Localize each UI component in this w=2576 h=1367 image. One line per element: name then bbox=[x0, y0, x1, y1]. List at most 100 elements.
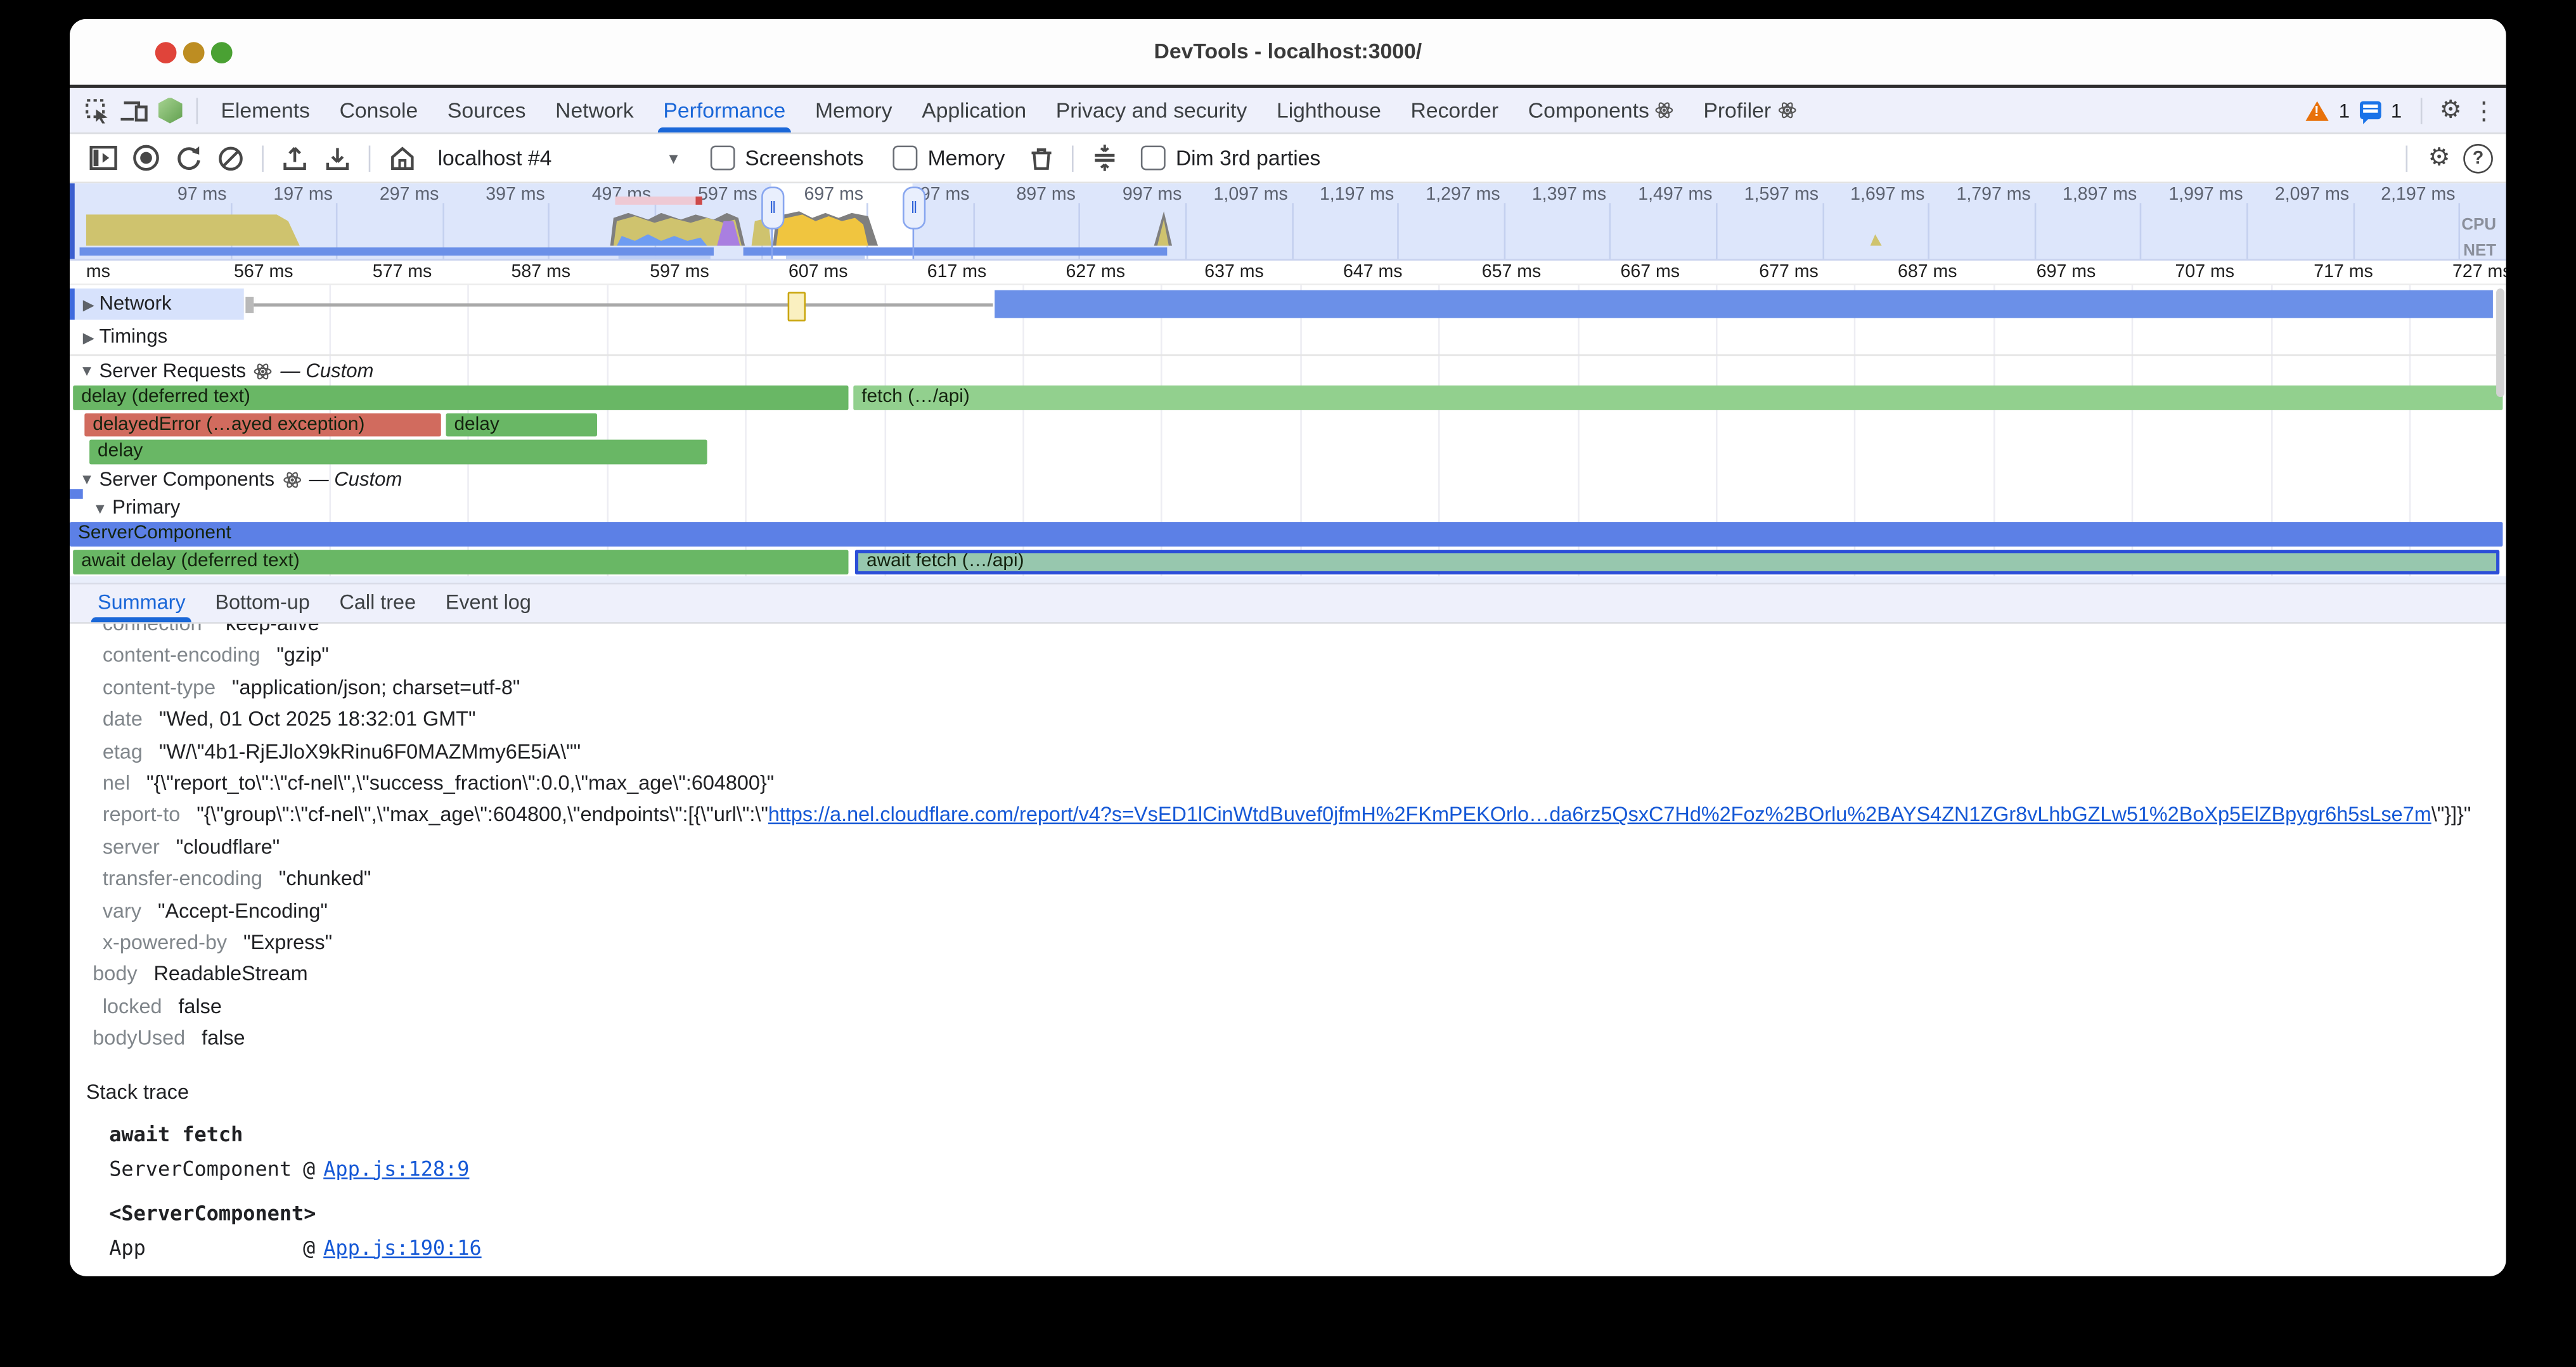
timeline-left-accent bbox=[70, 183, 75, 259]
ruler-tick: 707 ms bbox=[2139, 262, 2270, 282]
flame-bar[interactable]: fetch (…/api) bbox=[853, 385, 2502, 410]
tab-recorder[interactable]: Recorder bbox=[1396, 89, 1513, 131]
stack-frame-at: @ bbox=[303, 1231, 315, 1266]
track-server-components[interactable]: ▼Server Components — Custom bbox=[80, 468, 402, 491]
node-icon[interactable] bbox=[152, 94, 188, 127]
vertical-scrollbar[interactable] bbox=[2496, 288, 2504, 397]
capture-settings-icon[interactable]: ⚙ bbox=[2428, 146, 2450, 171]
dim-3rd-parties-label: Dim 3rd parties bbox=[1176, 146, 1320, 171]
overview-tick-label: 1,297 ms bbox=[1392, 185, 1500, 205]
memory-checkbox[interactable]: Memory bbox=[893, 146, 1005, 171]
clear-icon[interactable] bbox=[211, 138, 250, 178]
record-and-reload-icon[interactable] bbox=[169, 138, 208, 178]
overview-tick-label: 97 ms bbox=[118, 185, 226, 205]
track-primary[interactable]: ▼Primary bbox=[93, 496, 180, 519]
tab-memory[interactable]: Memory bbox=[801, 89, 907, 131]
tab-sources[interactable]: Sources bbox=[433, 89, 541, 131]
network-request-marker[interactable] bbox=[788, 291, 806, 321]
tab-application[interactable]: Application bbox=[907, 89, 1041, 131]
show-ignore-listed-frames-link[interactable]: Show ignore-listed frames bbox=[109, 1273, 413, 1276]
flame-bar[interactable]: delay bbox=[446, 413, 597, 437]
dim-3rd-parties-checkbox[interactable]: Dim 3rd parties bbox=[1141, 146, 1320, 171]
summary-key: date bbox=[103, 704, 143, 736]
tab-call-tree[interactable]: Call tree bbox=[325, 585, 430, 623]
flame-bar[interactable]: await delay (deferred text) bbox=[73, 550, 848, 574]
network-activity-bar-secondary bbox=[786, 256, 865, 261]
stack-frame-function: ServerComponent bbox=[109, 1153, 303, 1187]
tab-performance[interactable]: Performance bbox=[648, 89, 801, 131]
summary-key: body bbox=[93, 960, 137, 992]
stack-frame-source-link[interactable]: App.js:190:16 bbox=[323, 1231, 481, 1266]
message-icon[interactable] bbox=[2360, 101, 2381, 120]
track-server-requests[interactable]: ▼Server Requests — Custom bbox=[80, 360, 374, 382]
inspect-icon[interactable] bbox=[80, 94, 116, 127]
save-profile-icon[interactable] bbox=[318, 138, 357, 178]
device-toolbar-icon[interactable] bbox=[116, 94, 152, 127]
tab-components[interactable]: Components bbox=[1513, 89, 1689, 131]
flame-bar[interactable]: delay (deferred text) bbox=[73, 385, 848, 410]
selection-left-handle[interactable]: ‖ bbox=[761, 186, 784, 229]
toggle-sidebar-icon[interactable] bbox=[83, 138, 122, 178]
checkbox-box bbox=[1141, 146, 1166, 171]
summary-value: "application/json; charset=utf-8" bbox=[232, 673, 520, 704]
flame-bar[interactable]: delayedError (…ayed exception) bbox=[84, 413, 441, 437]
tab-summary[interactable]: Summary bbox=[83, 585, 200, 623]
collect-garbage-icon[interactable] bbox=[1021, 138, 1060, 178]
overview-tick-label: 1,097 ms bbox=[1180, 185, 1288, 205]
overview-tick-label: 1,897 ms bbox=[2028, 185, 2137, 205]
more-menu-icon[interactable]: ⋮ bbox=[2471, 96, 2496, 126]
divider bbox=[70, 354, 2506, 356]
ruler-tick: 647 ms bbox=[1307, 262, 1438, 282]
settings-gear-icon[interactable]: ⚙ bbox=[2440, 98, 2462, 122]
summary-row: content-type"application/json; charset=u… bbox=[86, 673, 2490, 704]
load-profile-icon[interactable] bbox=[275, 138, 314, 178]
devtools-window: DevTools - localhost:3000/ ElementsConso… bbox=[70, 19, 2506, 1276]
timeline-overview[interactable]: 97 ms197 ms297 ms397 ms497 ms597 ms697 m… bbox=[70, 183, 2506, 261]
selection-right-handle[interactable]: ‖ bbox=[903, 186, 925, 229]
live-metrics-icon[interactable] bbox=[382, 138, 421, 178]
track-network[interactable]: ▶Network bbox=[83, 292, 172, 314]
history-dropdown[interactable]: localhost #4 ▼ bbox=[438, 146, 681, 171]
ruler-tick: 577 ms bbox=[337, 262, 468, 282]
ruler-tick: 597 ms bbox=[614, 262, 745, 282]
summary-key: transfer-encoding bbox=[103, 864, 262, 896]
flame-chart-area[interactable]: ▶Network ▶Timings ▼Server Requests — Cus… bbox=[70, 285, 2506, 583]
network-activity-bar-secondary bbox=[619, 256, 711, 261]
track-timings[interactable]: ▶Timings bbox=[83, 325, 167, 347]
tab-network[interactable]: Network bbox=[541, 89, 648, 131]
performance-toolbar: localhost #4 ▼ Screenshots Memory Dim 3r… bbox=[70, 134, 2506, 183]
help-icon[interactable]: ? bbox=[2463, 143, 2493, 173]
tab-event-log[interactable]: Event log bbox=[430, 585, 546, 623]
flame-bar[interactable]: ServerComponent bbox=[70, 522, 2502, 546]
collapse-tracks-icon[interactable] bbox=[1085, 138, 1124, 178]
warning-count[interactable]: 1 bbox=[2339, 99, 2350, 122]
cpu-activity-chart bbox=[70, 205, 2506, 246]
tab-privacy-and-security[interactable]: Privacy and security bbox=[1041, 89, 1261, 131]
long-task-marker bbox=[615, 197, 702, 205]
tab-lighthouse[interactable]: Lighthouse bbox=[1262, 89, 1396, 131]
stack-frame-function: App bbox=[109, 1231, 303, 1266]
chevron-down-icon: ▼ bbox=[666, 150, 681, 166]
summary-row: report-to"{\"group\":\"cf-nel\",\"max_ag… bbox=[86, 800, 2490, 832]
report-to-link[interactable]: https://a.nel.cloudflare.com/report/v4?s… bbox=[768, 803, 2431, 826]
stack-frame-heading: await fetch bbox=[109, 1118, 2490, 1152]
network-request-bar[interactable] bbox=[995, 290, 2493, 318]
message-count[interactable]: 1 bbox=[2391, 99, 2402, 122]
warning-icon[interactable] bbox=[2306, 100, 2329, 120]
screenshots-checkbox[interactable]: Screenshots bbox=[711, 146, 864, 171]
flame-bar[interactable]: await fetch (…/api) bbox=[855, 550, 2499, 574]
separator bbox=[196, 97, 198, 123]
summary-key: content-encoding bbox=[103, 641, 261, 673]
tab-bottom-up[interactable]: Bottom-up bbox=[200, 585, 325, 623]
tab-elements[interactable]: Elements bbox=[206, 89, 325, 131]
net-axis-label: NET bbox=[2463, 242, 2496, 261]
tab-console[interactable]: Console bbox=[325, 89, 432, 131]
flame-bar[interactable]: delay bbox=[89, 440, 707, 464]
tab-profiler[interactable]: Profiler bbox=[1689, 89, 1810, 131]
summary-value: false bbox=[202, 1023, 245, 1055]
summary-value: "W/\"4b1-RjEJloX9kRinu6F0MAZMmy6E5iA\"" bbox=[159, 737, 581, 768]
record-icon[interactable] bbox=[126, 138, 165, 178]
atom-icon bbox=[1777, 101, 1796, 120]
summary-key: x-powered-by bbox=[103, 928, 227, 959]
stack-frame-source-link[interactable]: App.js:128:9 bbox=[323, 1153, 469, 1187]
